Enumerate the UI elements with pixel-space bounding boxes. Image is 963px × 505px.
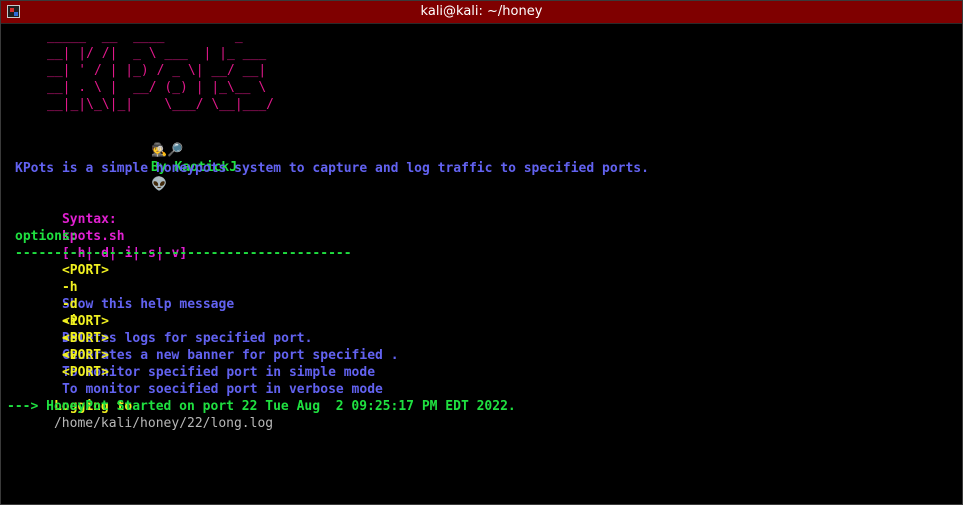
options-divider: ----------------------------------------… <box>15 246 352 261</box>
option-flag: -v <box>61 348 78 363</box>
banner-line-5: __|_|\_\|_| \___/ \__|___/ <box>47 97 274 112</box>
option-desc: Generates a new banner for port specifie… <box>61 348 399 363</box>
window-title: kali@kali: ~/honey <box>420 4 543 19</box>
alien-emoji-icon: 👽 <box>150 177 168 192</box>
title-bar[interactable]: kali@kali: ~/honey <box>1 1 962 24</box>
banner-line-1: _____ __ ____ _ <box>47 29 243 44</box>
options-heading: options: <box>15 229 78 244</box>
logging-line: Logging to /home/kali/honey/22/long.log <box>7 381 273 431</box>
banner-line-2: __| |/ /| _ \ ___ | |_ ___ <box>47 46 267 61</box>
detective-emoji-icon: 🕵🔎 <box>150 143 184 158</box>
option-row: -v <PORT> To monitor soecified port in v… <box>15 330 383 397</box>
syntax-label: Syntax: <box>61 212 117 227</box>
banner-line-3: __| ' / | |_) / _ \| __/ __| <box>47 63 267 78</box>
option-row: -h Show this help message <box>15 262 234 312</box>
option-row: -i <PORT> Generates a new banner for por… <box>15 296 399 363</box>
option-row: -d <PORT> Deletes logs for specified por… <box>15 279 312 346</box>
author-line: 🕵🔎 By KaotickJ 👽 <box>104 125 237 192</box>
option-row: -S <PORT> To monitor specified port in s… <box>15 313 375 380</box>
option-arg: <PORT> <box>61 365 109 380</box>
terminal-window: kali@kali: ~/honey _____ __ ____ _ __| |… <box>0 0 963 505</box>
syntax-line: Syntax: kpots.sh [-h|-d|-i|-s|-v] <PORT> <box>15 194 187 278</box>
description-text: KPots is a simple honeypots system to ca… <box>15 161 649 176</box>
banner-line-4: __| . \ | __/ (_) | |_\__ \ <box>47 80 267 95</box>
log-file-path: /home/kali/honey/22/long.log <box>53 416 274 431</box>
honeypot-status: ---> HoneyPot Started on port 22 Tue Aug… <box>7 399 516 414</box>
terminal-output[interactable]: _____ __ ____ _ __| |/ /| _ \ ___ | |_ _… <box>7 28 957 498</box>
